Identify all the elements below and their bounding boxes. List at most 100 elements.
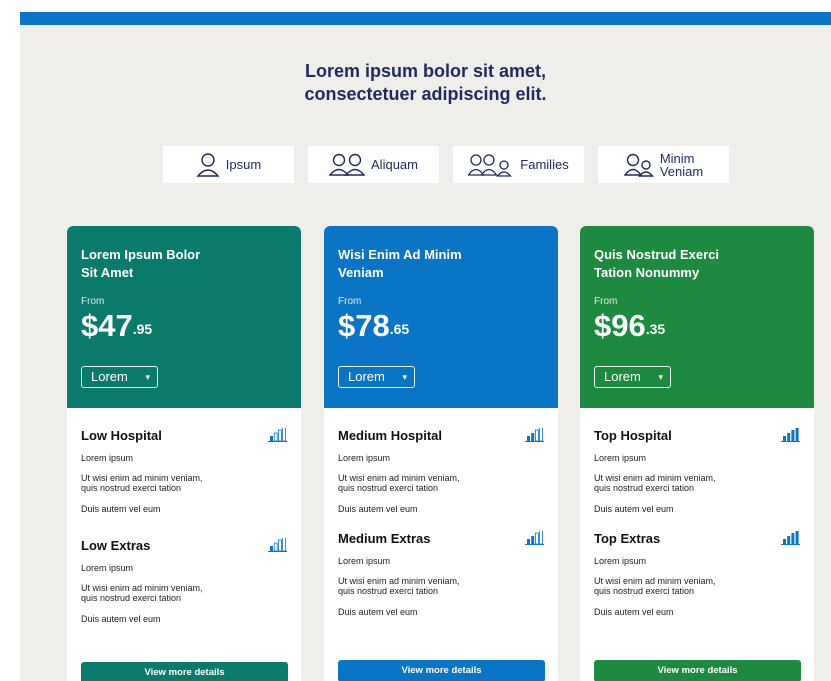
bar-icon-bar (795, 531, 799, 544)
price-cents: .65 (389, 321, 410, 337)
coverage-level-icon (781, 531, 800, 545)
plan-title-line-2: Sit Amet (81, 265, 134, 280)
select-value: Lorem (91, 369, 128, 384)
plan-option-select[interactable]: Lorem ▾ (81, 366, 158, 388)
plan-price: $96.35 (594, 308, 665, 344)
extras-section: Low Extras Lorem ipsum Ut wisi enim ad m… (81, 538, 287, 624)
price-cents: .35 (645, 321, 666, 337)
page-title-line-1: Lorem ipsum bolor sit amet, (304, 61, 547, 81)
bar-icon-bar (787, 536, 791, 544)
feature-text: Duis autem vel eum (81, 614, 161, 624)
price-dollars: $96 (594, 308, 646, 343)
feature-text: Duis autem vel eum (338, 504, 418, 514)
coverage-level-icon (268, 428, 287, 442)
plan-card: Lorem Ipsum Bolor Sit Amet From $47.95 L… (67, 226, 301, 681)
feature-text: Lorem ipsum (338, 556, 391, 566)
feature-text: quis nostrud exerci tation (338, 483, 439, 493)
plan-title-line-1: Quis Nostrud Exerci (594, 247, 719, 262)
bar-icon-bar (795, 428, 799, 441)
extras-title: Low Extras (81, 538, 151, 553)
bar-icon-bar (270, 546, 273, 551)
extras-section: Medium Extras Lorem ipsum Ut wisi enim a… (338, 531, 544, 617)
feature-text: Ut wisi enim ad minim veniam, (81, 473, 203, 483)
price-from-label: From (338, 296, 362, 307)
bar-icon-bar (791, 430, 795, 441)
select-value: Lorem (348, 369, 385, 384)
extras-title: Medium Extras (338, 531, 431, 546)
cover-type-label: Aliquam (371, 157, 418, 172)
family-icon (468, 153, 513, 177)
price-from-label: From (594, 296, 618, 307)
plan-option-select[interactable]: Lorem ▾ (338, 366, 415, 388)
feature-text: quis nostrud exerci tation (81, 483, 182, 493)
plan-title: Quis Nostrud Exerci Tation Nonummy (594, 246, 800, 282)
feature-text: Duis autem vel eum (338, 607, 418, 617)
coverage-level-icon (781, 428, 800, 442)
bar-icon-bar (534, 429, 539, 442)
plan-title-line-2: Tation Nonummy (594, 265, 700, 280)
bar-icon-bar (273, 432, 278, 442)
cover-type-label: Families (520, 157, 569, 172)
feature-text: Ut wisi enim ad minim veniam, (594, 473, 716, 483)
coverage-level-icon (525, 531, 544, 545)
hospital-section: Low Hospital Lorem ipsum Ut wisi enim ad… (81, 428, 287, 514)
bar-icon-bar (539, 428, 544, 442)
extras-section: Top Extras Lorem ipsum Ut wisi enim ad m… (594, 531, 800, 617)
chevron-down-icon: ▾ (145, 372, 150, 382)
hospital-section: Medium Hospital Lorem ipsum Ut wisi enim… (338, 428, 544, 514)
price-dollars: $78 (338, 308, 390, 343)
plan-card: Wisi Enim Ad Minim Veniam From $78.65 Lo… (324, 226, 558, 681)
bar-icon-bar (531, 536, 535, 544)
bar-icon-bar (791, 533, 795, 544)
feature-text: Lorem ipsum (594, 453, 647, 463)
couple-icon (329, 153, 366, 176)
bar-icon-bar (527, 539, 530, 544)
bar-icon-bar (273, 542, 278, 552)
cover-type-family[interactable]: Families (453, 146, 584, 183)
view-details-button[interactable]: View more details (338, 660, 545, 681)
bar-icon-bar (539, 531, 544, 545)
bar-icon-bar (783, 436, 786, 441)
bar-icon-bar (527, 436, 530, 441)
extras-title: Top Extras (594, 531, 661, 546)
bar-icon-bar (282, 428, 287, 442)
cover-type-couple[interactable]: Aliquam (308, 146, 439, 183)
page-title: Lorem ipsum bolor sit amet, consectetuer… (20, 60, 831, 106)
feature-text: Ut wisi enim ad minim veniam, (338, 576, 460, 586)
cover-type-label: Ipsum (225, 157, 262, 172)
cover-type-single-parent[interactable]: Minim Veniam (598, 146, 729, 183)
feature-text: Lorem ipsum (81, 563, 134, 573)
single-person-icon (196, 152, 220, 177)
feature-text: quis nostrud exerci tation (594, 586, 695, 596)
cover-type-single[interactable]: Ipsum (163, 146, 294, 183)
bar-icon-bar (282, 538, 287, 552)
bar-icon-bar (783, 539, 786, 544)
feature-text: Ut wisi enim ad minim veniam, (594, 576, 716, 586)
top-accent-bar (20, 12, 831, 25)
bar-icon-bar (531, 433, 535, 441)
plan-title: Lorem Ipsum Bolor Sit Amet (81, 246, 287, 282)
plan-option-select[interactable]: Lorem ▾ (594, 366, 671, 388)
hospital-section: Top Hospital Lorem ipsum Ut wisi enim ad… (594, 428, 800, 514)
price-cents: .95 (132, 321, 153, 337)
cover-type-selector: Ipsum Aliquam Families Minim Veniam (163, 146, 729, 183)
feature-text: quis nostrud exerci tation (81, 593, 182, 603)
feature-text: Ut wisi enim ad minim veniam, (81, 583, 203, 593)
plan-card-body: Top Hospital Lorem ipsum Ut wisi enim ad… (580, 428, 814, 617)
view-details-button[interactable]: View more details (81, 662, 288, 681)
chevron-down-icon: ▾ (658, 372, 663, 382)
coverage-level-icon (525, 428, 544, 442)
view-details-button[interactable]: View more details (594, 660, 801, 681)
plan-title-line-1: Lorem Ipsum Bolor (81, 247, 201, 262)
plan-price: $78.65 (338, 308, 409, 344)
parent-child-icon (623, 153, 654, 177)
feature-text: quis nostrud exerci tation (338, 586, 439, 596)
feature-text: Duis autem vel eum (594, 504, 674, 514)
hospital-title: Top Hospital (594, 428, 672, 443)
plan-title-line-2: Veniam (338, 265, 384, 280)
plan-card-body: Low Hospital Lorem ipsum Ut wisi enim ad… (67, 428, 301, 624)
price-from-label: From (81, 296, 105, 307)
plan-card-body: Medium Hospital Lorem ipsum Ut wisi enim… (324, 428, 558, 617)
plan-card-header: Quis Nostrud Exerci Tation Nonummy From … (580, 226, 814, 408)
feature-text: Duis autem vel eum (594, 607, 674, 617)
